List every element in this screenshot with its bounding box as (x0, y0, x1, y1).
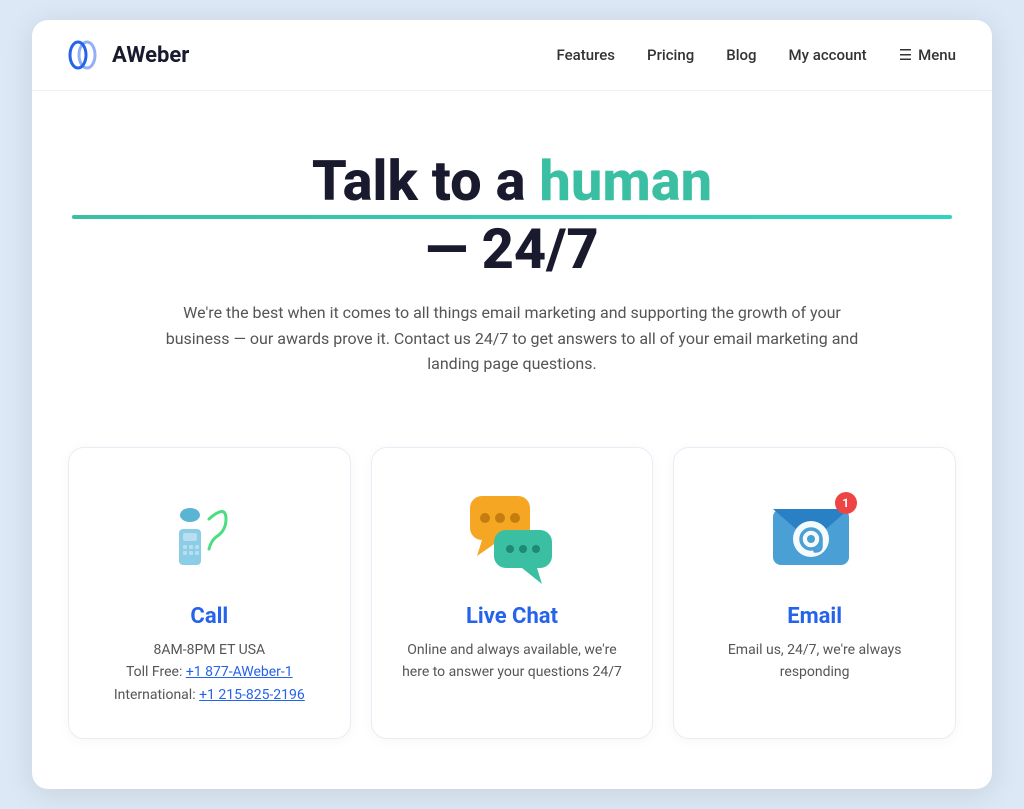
logo-text: AWeber (112, 43, 189, 68)
intl-link[interactable]: +1 215-825-2196 (199, 687, 305, 703)
nav-features[interactable]: Features (557, 46, 615, 64)
call-card: Call 8AM-8PM ET USA Toll Free: +1 877-AW… (68, 447, 351, 739)
livechat-icon (462, 484, 562, 584)
call-icon (159, 484, 259, 584)
hero-heading-plain: Talk to a (312, 148, 540, 214)
nav-my-account[interactable]: My account (789, 46, 867, 64)
email-description: Email us, 24/7, we're always responding (698, 639, 931, 684)
menu-button[interactable]: ☰ Menu (899, 46, 956, 64)
email-card: 1 Email Email us, 24/7, we're always res… (673, 447, 956, 739)
call-intl: International: +1 215-825-2196 (93, 684, 326, 706)
livechat-card: Live Chat Online and always available, w… (371, 447, 654, 739)
logo-icon (68, 40, 106, 70)
hero-description: We're the best when it comes to all thin… (162, 300, 862, 377)
menu-label: Menu (918, 46, 956, 64)
hamburger-icon: ☰ (899, 46, 912, 64)
livechat-description: Online and always available, we're here … (396, 639, 629, 684)
email-title: Email (698, 604, 931, 629)
nav-pricing[interactable]: Pricing (647, 46, 694, 64)
call-tollfree: Toll Free: +1 877-AWeber-1 (93, 661, 326, 683)
logo[interactable]: AWeber (68, 40, 189, 70)
hero-heading: Talk to a human — 24/7 (72, 151, 952, 280)
email-badge: 1 (835, 492, 857, 514)
nav-links: Features Pricing Blog My account ☰ Menu (557, 46, 956, 64)
tollfree-link[interactable]: +1 877-AWeber-1 (186, 664, 293, 680)
hero-heading-suffix: — 24/7 (425, 216, 598, 282)
hero-section: Talk to a human — 24/7 We're the best wh… (32, 91, 992, 417)
livechat-title: Live Chat (396, 604, 629, 629)
call-hours: 8AM-8PM ET USA (93, 639, 326, 661)
main-window: AWeber Features Pricing Blog My account … (32, 20, 992, 789)
call-title: Call (93, 604, 326, 629)
nav-blog[interactable]: Blog (726, 46, 756, 64)
email-icon: 1 (765, 484, 865, 584)
navbar: AWeber Features Pricing Blog My account … (32, 20, 992, 91)
contact-cards: Call 8AM-8PM ET USA Toll Free: +1 877-AW… (32, 417, 992, 789)
